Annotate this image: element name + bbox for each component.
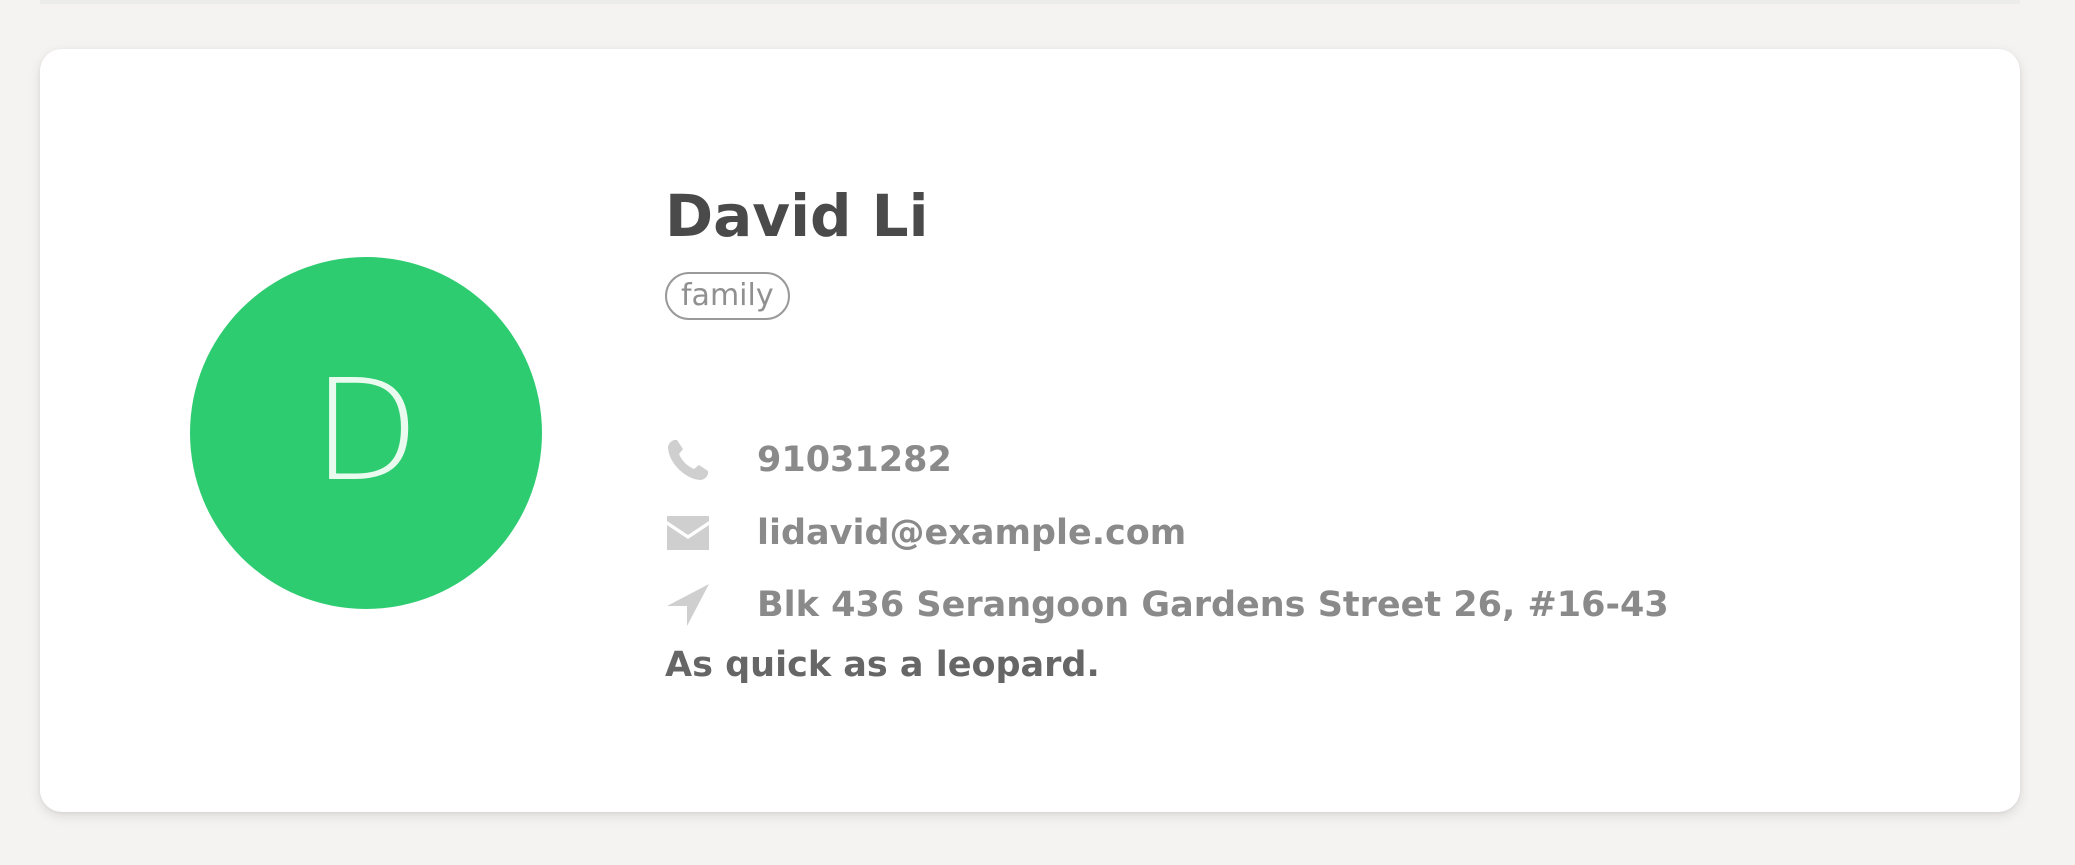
email-row: lidavid@example.com (665, 508, 1186, 558)
envelope-icon (665, 510, 711, 556)
email-address: lidavid@example.com (757, 513, 1187, 553)
avatar: D (190, 257, 542, 609)
avatar-letter: D (312, 350, 420, 513)
phone-number: 91031282 (757, 440, 952, 480)
contact-name: David Li (665, 182, 929, 250)
phone-icon (665, 437, 711, 483)
location-arrow-icon (665, 582, 711, 628)
tag-badge: family (665, 272, 790, 320)
contact-card: D David Li family 91031282 lidavid@examp… (40, 49, 2020, 812)
address-row: Blk 436 Serangoon Gardens Street 26, #16… (665, 580, 1669, 630)
address: Blk 436 Serangoon Gardens Street 26, #16… (757, 585, 1669, 625)
phone-row: 91031282 (665, 435, 952, 485)
top-divider (40, 0, 2020, 4)
contact-bio: As quick as a leopard. (665, 645, 1100, 685)
